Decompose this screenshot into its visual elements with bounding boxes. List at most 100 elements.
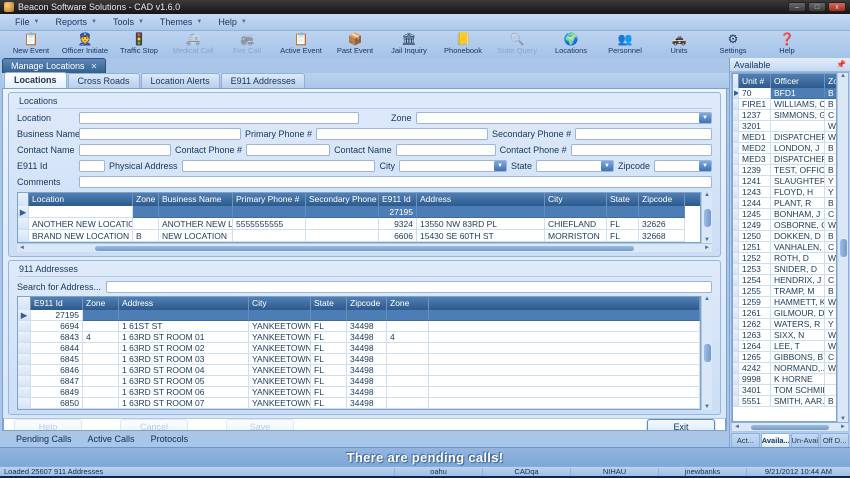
- table-cell[interactable]: 1259: [739, 297, 771, 308]
- contact-name1-input[interactable]: [79, 144, 171, 156]
- table-cell[interactable]: VANHALEN, E: [771, 242, 825, 253]
- table-cell[interactable]: [133, 206, 159, 218]
- table-cell[interactable]: [249, 310, 311, 321]
- table-cell[interactable]: HENDRIX, J: [771, 275, 825, 286]
- table-cell[interactable]: W: [825, 132, 837, 143]
- column-header[interactable]: City: [545, 193, 607, 206]
- table-row[interactable]: MED2LONDON, JB: [733, 143, 836, 154]
- table-cell[interactable]: LONDON, J: [771, 143, 825, 154]
- chevron-down-icon[interactable]: ▼: [699, 161, 711, 171]
- table-cell[interactable]: FL: [607, 218, 639, 230]
- jail-inquiry-button[interactable]: 🏛Jail Inquiry: [382, 31, 436, 55]
- available-grid-hscrollbar[interactable]: ◄►: [731, 423, 849, 432]
- table-cell[interactable]: HAMMETT, K: [771, 297, 825, 308]
- help-button[interactable]: Help: [14, 419, 82, 431]
- zone-combo[interactable]: ▼: [416, 112, 712, 124]
- scroll-right-icon[interactable]: ►: [840, 424, 846, 430]
- table-cell[interactable]: ROTH, D: [771, 253, 825, 264]
- table-cell[interactable]: 1252: [739, 253, 771, 264]
- table-row[interactable]: BRAND NEW LOCATIONBNEW LOCATION660615430…: [18, 230, 700, 242]
- scroll-down-icon[interactable]: ▼: [704, 237, 710, 243]
- table-cell[interactable]: SLAUGHTER, M: [771, 176, 825, 187]
- column-header[interactable]: Business Name: [159, 193, 233, 206]
- table-cell[interactable]: WATERS, R: [771, 319, 825, 330]
- table-row[interactable]: MED1DISPATCHER1W: [733, 132, 836, 143]
- table-cell[interactable]: MED1: [739, 132, 771, 143]
- table-cell[interactable]: 34498: [347, 354, 387, 365]
- column-header[interactable]: Zipcode: [639, 193, 685, 206]
- table-row[interactable]: ▶27195: [18, 206, 700, 218]
- location-input[interactable]: [79, 112, 359, 124]
- column-header[interactable]: E911 Id: [379, 193, 417, 206]
- table-cell[interactable]: 1261: [739, 308, 771, 319]
- table-cell[interactable]: 9998: [739, 374, 771, 385]
- table-row[interactable]: 1262WATERS, RY: [733, 319, 836, 330]
- table-row[interactable]: 1261GILMOUR, DY: [733, 308, 836, 319]
- table-cell[interactable]: 1264: [739, 341, 771, 352]
- table-cell[interactable]: YANKEETOWN: [249, 365, 311, 376]
- table-cell[interactable]: B: [133, 230, 159, 242]
- scroll-down-icon[interactable]: ▼: [704, 404, 710, 410]
- table-cell[interactable]: [387, 343, 429, 354]
- table-cell[interactable]: FL: [311, 343, 347, 354]
- comments-input[interactable]: [79, 176, 712, 188]
- table-cell[interactable]: 34498: [347, 365, 387, 376]
- table-cell[interactable]: 1 63RD ST ROOM 06: [119, 387, 249, 398]
- table-cell[interactable]: [387, 310, 429, 321]
- table-cell[interactable]: [607, 206, 639, 218]
- table-cell[interactable]: MED2: [739, 143, 771, 154]
- table-cell[interactable]: C: [825, 352, 837, 363]
- table-cell[interactable]: NORMAND,...: [771, 363, 825, 374]
- table-cell[interactable]: 1263: [739, 330, 771, 341]
- column-header[interactable]: City: [249, 297, 311, 310]
- table-cell[interactable]: WILLIAMS, C: [771, 99, 825, 110]
- table-cell[interactable]: 1265: [739, 352, 771, 363]
- table-row[interactable]: 1253SNIDER, DC: [733, 264, 836, 275]
- table-cell[interactable]: 5555555555: [233, 218, 306, 230]
- table-cell[interactable]: [133, 218, 159, 230]
- table-cell[interactable]: [233, 206, 306, 218]
- table-cell[interactable]: [825, 385, 837, 396]
- table-cell[interactable]: B: [825, 231, 837, 242]
- physical-address-input[interactable]: [182, 160, 376, 172]
- table-cell[interactable]: CHIEFLAND: [545, 218, 607, 230]
- table-cell[interactable]: TOM SCHMIDT: [771, 385, 825, 396]
- scroll-left-icon[interactable]: ◄: [734, 424, 740, 430]
- table-row[interactable]: 4242NORMAND,...W: [733, 363, 836, 374]
- table-cell[interactable]: Y: [825, 308, 837, 319]
- table-cell[interactable]: GIBBONS, B: [771, 352, 825, 363]
- table-cell[interactable]: [347, 310, 387, 321]
- table-cell[interactable]: FL: [607, 230, 639, 242]
- column-header[interactable]: Address: [417, 193, 545, 206]
- column-header[interactable]: Location: [29, 193, 133, 206]
- table-cell[interactable]: 5551: [739, 396, 771, 407]
- table-cell[interactable]: C: [825, 275, 837, 286]
- locations-grid-hscrollbar[interactable]: ◄►: [17, 243, 712, 252]
- contact-phone1-input[interactable]: [246, 144, 330, 156]
- table-row[interactable]: 3201W: [733, 121, 836, 132]
- table-row[interactable]: ▶27195: [18, 310, 700, 321]
- tab-manage-locations[interactable]: Manage Locations ✕: [2, 58, 106, 73]
- table-cell[interactable]: [29, 206, 133, 218]
- table-cell[interactable]: [83, 398, 119, 409]
- table-row[interactable]: 1250DOKKEN, DB: [733, 231, 836, 242]
- table-cell[interactable]: W: [825, 363, 837, 374]
- table-row[interactable]: 1239TEST, OFFICERB: [733, 165, 836, 176]
- table-cell[interactable]: [387, 387, 429, 398]
- table-cell[interactable]: YANKEETOWN: [249, 354, 311, 365]
- table-row[interactable]: 68441 63RD ST ROOM 02YANKEETOWNFL34498: [18, 343, 700, 354]
- unit-status-tab-3[interactable]: Off D...: [820, 433, 849, 447]
- table-cell[interactable]: LEE, T: [771, 341, 825, 352]
- menu-item-tools[interactable]: Tools▼: [106, 16, 151, 28]
- table-cell[interactable]: OSBORNE, O: [771, 220, 825, 231]
- tab-protocols[interactable]: Protocols: [145, 433, 195, 445]
- column-header[interactable]: State: [311, 297, 347, 310]
- table-cell[interactable]: [639, 206, 685, 218]
- table-cell[interactable]: W: [825, 330, 837, 341]
- search-address-input[interactable]: [106, 281, 712, 293]
- scroll-right-icon[interactable]: ►: [704, 245, 710, 251]
- table-cell[interactable]: ANOTHER NEW LOCATION: [29, 218, 133, 230]
- table-cell[interactable]: 6694: [31, 321, 83, 332]
- table-cell[interactable]: MED3: [739, 154, 771, 165]
- help-button[interactable]: ❓Help: [760, 31, 814, 55]
